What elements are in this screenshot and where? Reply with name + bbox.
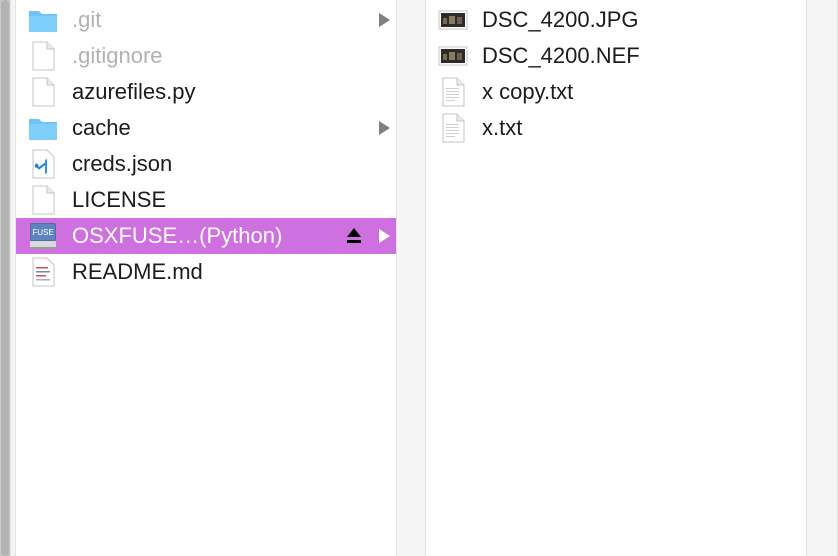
file-row[interactable]: LICENSE [16, 182, 396, 218]
expand-arrow-icon[interactable] [379, 229, 390, 243]
file-row[interactable]: creds.json [16, 146, 396, 182]
file-name: README.md [72, 259, 203, 284]
text-document-icon [442, 77, 465, 107]
image-thumbnail-icon [438, 46, 468, 66]
scrollbar-thumb[interactable] [1, 0, 9, 556]
file-row[interactable]: x.txt [426, 110, 806, 146]
file-name: creds.json [72, 151, 173, 176]
file-row-selected[interactable]: FUSE OSXFUSE…(Python) [16, 218, 396, 254]
left-scrollbar[interactable] [0, 0, 10, 556]
file-row[interactable]: README.md [16, 254, 396, 290]
svg-text:FUSE: FUSE [32, 228, 53, 237]
file-column-1: .git .gitignore azurefiles.py cache cred… [16, 0, 396, 556]
file-row[interactable]: DSC_4200.NEF [426, 38, 806, 74]
file-column-2: DSC_4200.JPG DSC_4200.NEF x copy.txt x.t… [426, 0, 806, 556]
file-name: .gitignore [72, 43, 163, 68]
document-icon [32, 185, 55, 215]
file-row[interactable]: azurefiles.py [16, 74, 396, 110]
column-divider[interactable] [806, 0, 838, 556]
file-name: LICENSE [72, 187, 167, 212]
file-name: x.txt [482, 115, 523, 140]
fuse-volume-icon: FUSE [30, 223, 56, 249]
vscode-file-icon [32, 149, 55, 179]
folder-icon [29, 119, 57, 140]
text-document-icon [442, 113, 465, 143]
text-document-icon [32, 257, 55, 287]
file-name: .git [72, 7, 102, 32]
file-row[interactable]: DSC_4200.JPG [426, 2, 806, 38]
column-divider[interactable] [396, 0, 426, 556]
file-name: cache [72, 115, 131, 140]
document-icon [32, 41, 55, 71]
file-row[interactable]: cache [16, 110, 396, 146]
folder-icon [29, 11, 57, 32]
file-row[interactable]: .git [16, 2, 396, 38]
file-name: OSXFUSE…(Python) [72, 223, 283, 248]
expand-arrow-icon[interactable] [379, 121, 390, 135]
file-name: DSC_4200.NEF [482, 43, 640, 68]
file-name: azurefiles.py [72, 79, 196, 104]
document-icon [32, 77, 55, 107]
file-name: DSC_4200.JPG [482, 7, 639, 32]
file-name: x copy.txt [482, 79, 574, 104]
expand-arrow-icon[interactable] [379, 13, 390, 27]
image-thumbnail-icon [438, 10, 468, 30]
file-row[interactable]: x copy.txt [426, 74, 806, 110]
eject-icon[interactable] [346, 227, 362, 245]
file-row[interactable]: .gitignore [16, 38, 396, 74]
